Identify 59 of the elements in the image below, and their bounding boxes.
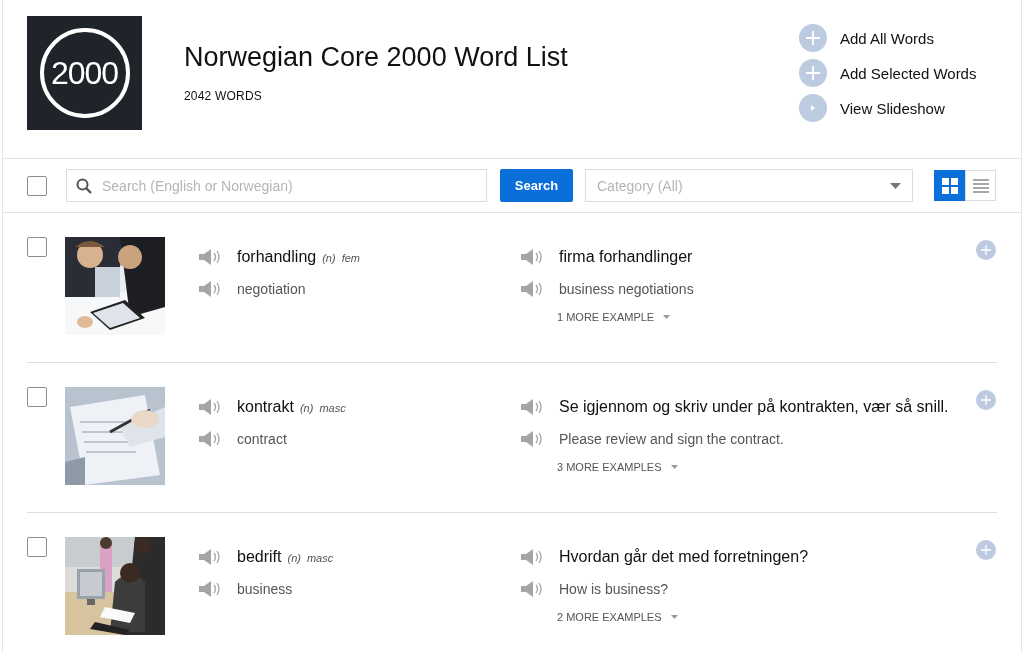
word: forhandling: [237, 248, 317, 265]
speaker-icon[interactable]: [520, 430, 544, 448]
speaker-icon[interactable]: [198, 580, 222, 598]
speaker-icon[interactable]: [520, 248, 544, 266]
speaker-icon[interactable]: [198, 280, 222, 298]
view-toggle[interactable]: [934, 170, 965, 201]
speaker-icon[interactable]: [198, 398, 222, 416]
search-icon: [76, 178, 92, 194]
checkbox[interactable]: [27, 237, 47, 257]
checkbox[interactable]: [27, 387, 47, 407]
part-of-speech: (n): [287, 552, 301, 564]
action-link[interactable]: View Slideshow: [840, 99, 945, 117]
checkbox[interactable]: [27, 175, 47, 196]
add-icon[interactable]: [976, 240, 996, 260]
example-translation: How is business?: [559, 581, 668, 597]
caret-icon: [890, 182, 901, 189]
gender: masc: [319, 402, 346, 414]
list-icon: [972, 178, 989, 193]
gender: fem: [341, 252, 360, 264]
translation: contract: [237, 431, 287, 447]
caret-icon: [670, 465, 678, 469]
speaker-icon[interactable]: [198, 430, 222, 448]
gender: masc: [306, 552, 334, 564]
search-button[interactable]: Search: [500, 169, 573, 202]
more-examples-link[interactable]: 2 MORE EXAMPLES: [557, 611, 970, 623]
more-examples-link[interactable]: 3 MORE EXAMPLES: [557, 461, 970, 473]
add-icon[interactable]: [799, 59, 827, 87]
translation: business: [237, 581, 293, 597]
action-link[interactable]: Add Selected Words: [840, 64, 977, 82]
caret-icon: [670, 615, 678, 619]
part-of-speech: (n): [299, 402, 314, 414]
speaker-icon[interactable]: [198, 548, 222, 566]
play-icon[interactable]: [799, 94, 827, 122]
example-translation: Please review and sign the contract.: [559, 431, 784, 447]
example-translation: business negotiations: [559, 281, 694, 297]
word: kontrakt: [237, 398, 294, 415]
caret-icon: [663, 315, 671, 319]
action-link[interactable]: Add All Words: [840, 29, 934, 47]
add-icon[interactable]: [799, 24, 827, 52]
search-field[interactable]: Search (English or Norwegian): [66, 169, 487, 202]
add-icon[interactable]: [976, 390, 996, 410]
speaker-icon[interactable]: [198, 248, 222, 266]
speaker-icon[interactable]: [520, 280, 544, 298]
example-sentence: Hvordan går det med forretningen?: [559, 548, 809, 566]
translation: negotiation: [237, 281, 306, 297]
word: bedrift: [237, 548, 282, 565]
example-sentence: firma forhandlinger: [559, 248, 693, 266]
page-title: Norwegian Core 2000 Word List: [184, 42, 569, 73]
speaker-icon[interactable]: [520, 548, 544, 566]
example-sentence: Se igjennom og skriv under på kontrakten, vær så snill.: [559, 398, 949, 416]
more-examples-link[interactable]: 1 MORE EXAMPLE: [557, 311, 970, 323]
part-of-speech: (n): [322, 252, 336, 264]
grid-icon: [941, 177, 958, 194]
checkbox[interactable]: [27, 537, 47, 557]
word-count: 2042 WORDS: [184, 89, 264, 103]
add-icon[interactable]: [976, 540, 996, 560]
logo-text: 2000: [39, 28, 130, 118]
speaker-icon[interactable]: [520, 580, 544, 598]
speaker-icon[interactable]: [520, 398, 544, 416]
